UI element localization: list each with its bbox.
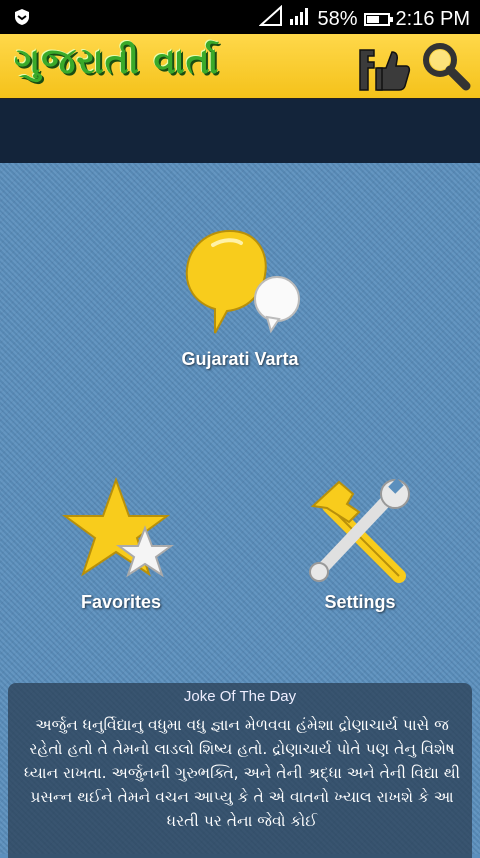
star-icon bbox=[61, 477, 181, 590]
facebook-like-icon[interactable] bbox=[356, 44, 412, 96]
banner-area bbox=[0, 99, 480, 163]
settings-label: Settings bbox=[324, 592, 396, 612]
battery-percent: 58% bbox=[317, 7, 358, 30]
clock: 2:16 PM bbox=[395, 7, 470, 30]
wifi-off-icon bbox=[258, 4, 283, 33]
tools-icon bbox=[295, 478, 425, 590]
gujarati-varta-label: Gujarati Varta bbox=[181, 349, 299, 369]
search-icon[interactable] bbox=[420, 40, 472, 96]
signal-icon bbox=[289, 6, 311, 32]
gujarati-varta-tile[interactable]: Gujarati Varta bbox=[160, 225, 320, 370]
status-bar: 58% 2:16 PM bbox=[0, 0, 480, 34]
favorites-label: Favorites bbox=[80, 592, 162, 612]
favorites-tile[interactable]: Favorites bbox=[56, 476, 186, 613]
joke-of-the-day-panel[interactable]: Joke Of The Day અર્જુન ધનુર્વિદ્યાનુ વધુ… bbox=[8, 683, 472, 858]
shield-icon bbox=[14, 8, 30, 30]
settings-tile[interactable]: Settings bbox=[290, 476, 430, 613]
app-title: ગુજરાતી વાર્તા bbox=[14, 40, 220, 82]
chat-bubbles-icon bbox=[175, 229, 305, 347]
battery-icon bbox=[363, 12, 393, 26]
joke-title: Joke Of The Day bbox=[183, 688, 297, 705]
joke-text: અર્જુન ધનુર્વિદ્યાનુ વધુમા વધુ જ્ઞાન મેળ… bbox=[23, 716, 461, 830]
